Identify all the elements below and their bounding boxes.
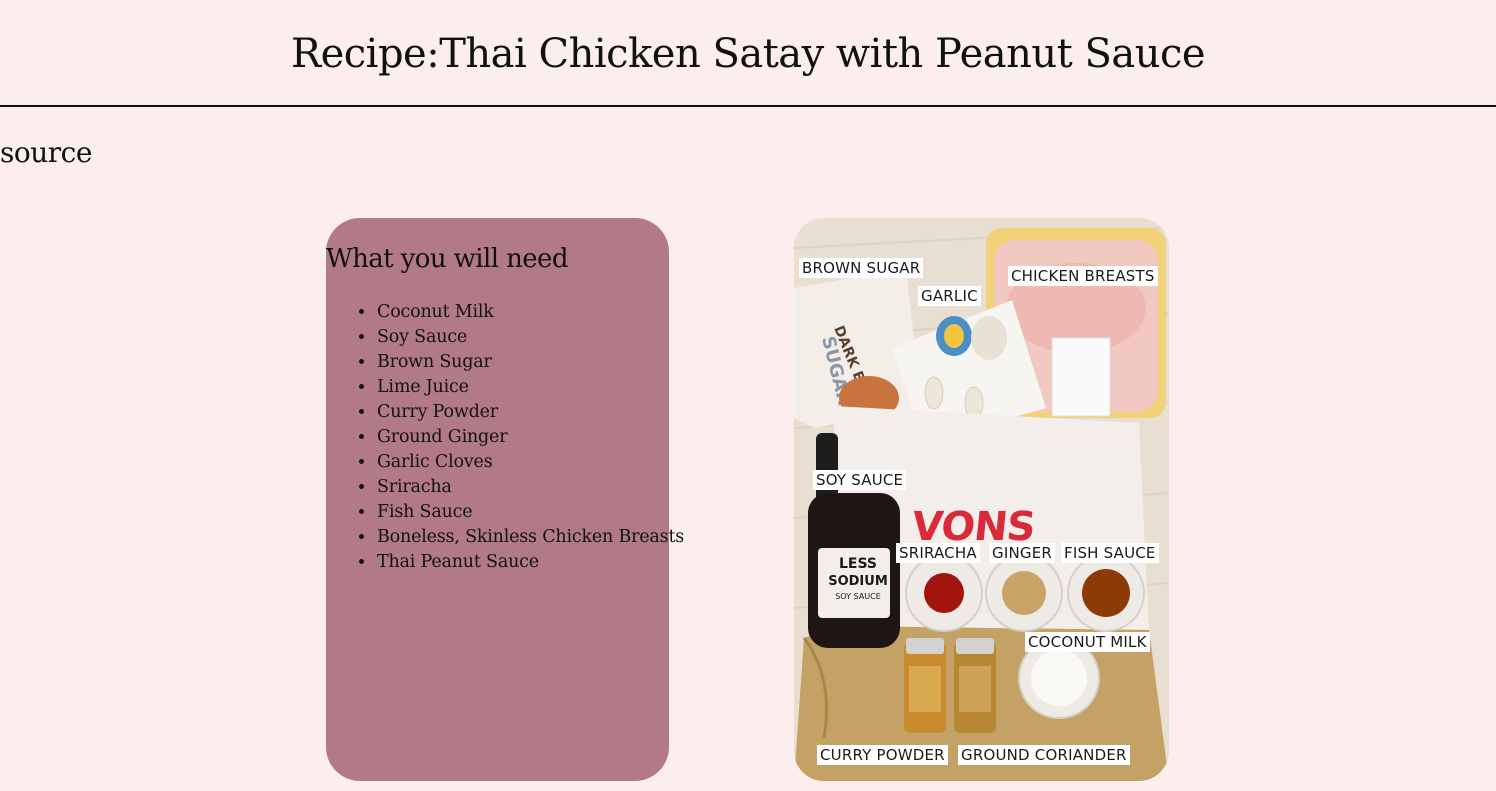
ingredients-list: Coconut Milk Soy Sauce Brown Sugar Lime … (326, 300, 684, 575)
chicken-price-label (1051, 337, 1111, 417)
ingredient-item: Fish Sauce (376, 500, 669, 525)
svg-text:LESS: LESS (839, 556, 877, 572)
ingredient-item: Thai Peanut Sauce (376, 550, 669, 575)
page-title: Recipe:Thai Chicken Satay with Peanut Sa… (290, 30, 1206, 77)
ingredients-heading: What you will need (326, 244, 568, 274)
photo-label-ground-coriander: GROUND CORIANDER (958, 745, 1130, 765)
source-link[interactable]: source (0, 136, 92, 169)
page-header: Recipe:Thai Chicken Satay with Peanut Sa… (0, 0, 1496, 107)
photo-label-coconut-milk: COCONUT MILK (1025, 632, 1150, 652)
photo-label-ginger: GINGER (989, 543, 1055, 563)
photo-label-fish-sauce: FISH SAUCE (1061, 543, 1159, 563)
photo-label-garlic: GARLIC (918, 286, 981, 306)
svg-text:SODIUM: SODIUM (828, 574, 888, 589)
ingredient-item: Soy Sauce (376, 325, 669, 350)
ingredient-item: Coconut Milk (376, 300, 669, 325)
ingredient-item: Ground Ginger (376, 425, 669, 450)
soy-sauce-bottle (816, 433, 838, 503)
svg-text:SOY SAUCE: SOY SAUCE (835, 592, 881, 601)
photo-label-soy-sauce: SOY SAUCE (813, 470, 907, 490)
ingredients-photo: DARK BROWN SUGAR LESS SODIUM SOY SAUCE V… (794, 218, 1169, 781)
photo-label-chicken-breasts: CHICKEN BREASTS (1008, 266, 1158, 286)
photo-label-brown-sugar: BROWN SUGAR (799, 258, 924, 278)
photo-label-curry-powder: CURRY POWDER (817, 745, 948, 765)
ingredient-item: Sriracha (376, 475, 669, 500)
ingredient-item: Curry Powder (376, 400, 669, 425)
ingredient-item: Brown Sugar (376, 350, 669, 375)
ingredients-photo-illustration: DARK BROWN SUGAR LESS SODIUM SOY SAUCE (794, 218, 1169, 781)
ingredient-item: Garlic Cloves (376, 450, 669, 475)
ingredient-item: Lime Juice (376, 375, 669, 400)
ingredients-card: What you will need Coconut Milk Soy Sauc… (326, 218, 684, 781)
photo-label-sriracha: SRIRACHA (896, 543, 980, 563)
ingredient-item: Boneless, Skinless Chicken Breasts (376, 525, 684, 550)
